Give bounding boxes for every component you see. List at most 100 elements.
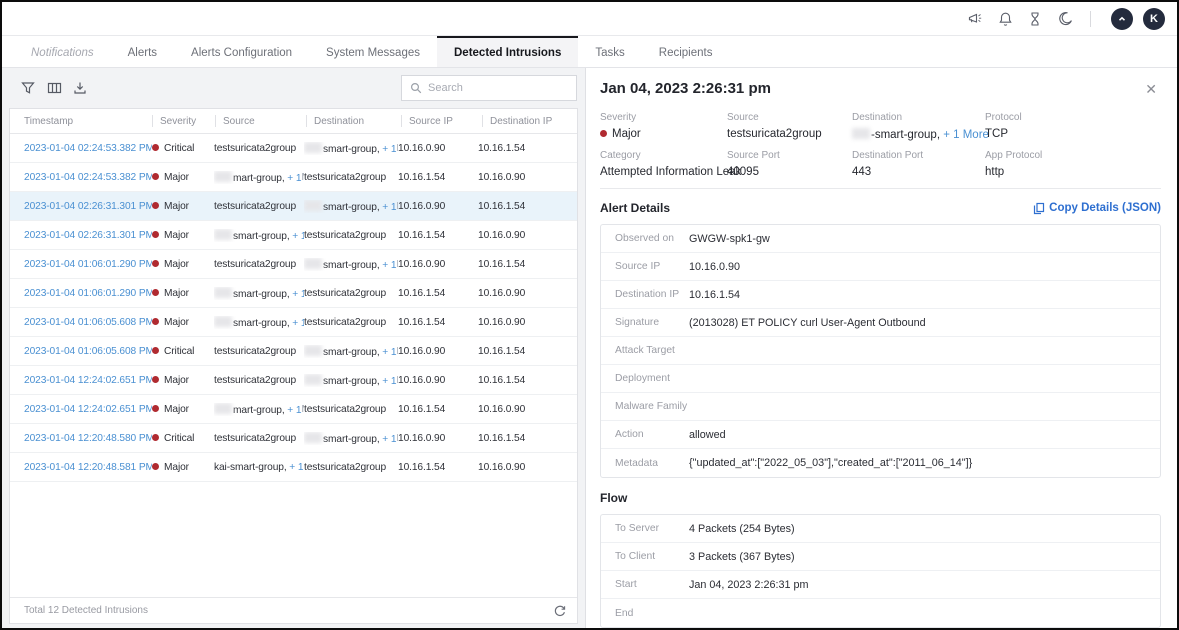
- announcement-icon[interactable]: [960, 7, 990, 31]
- source-ip-cell: 10.16.0.90: [398, 259, 478, 270]
- tab-notifications[interactable]: Notifications: [14, 36, 111, 67]
- search-box: [401, 75, 577, 101]
- summary-field-value: 443: [852, 166, 985, 178]
- more-groups-link[interactable]: + 1: [382, 434, 396, 445]
- table-row[interactable]: 2023-01-04 12:24:02.651 PMMajormart-grou…: [10, 395, 577, 424]
- tab-recipients[interactable]: Recipients: [642, 36, 730, 67]
- timestamp-link[interactable]: 2023-01-04 01:06:05.608 PM: [24, 317, 152, 328]
- timestamp-link[interactable]: 2023-01-04 12:20:48.580 PM: [24, 433, 152, 444]
- column-header-destination[interactable]: Destination: [307, 116, 401, 127]
- close-icon[interactable]: ✕: [1141, 80, 1161, 98]
- more-groups-link[interactable]: + 1: [382, 260, 396, 271]
- more-groups-link[interactable]: + 1: [287, 173, 301, 184]
- more-groups-link[interactable]: + 1: [292, 289, 304, 300]
- detail-row-label: Destination IP: [601, 289, 689, 300]
- destination-ip-cell: 10.16.1.54: [478, 201, 577, 212]
- timestamp-link[interactable]: 2023-01-04 02:24:53.382 PM: [24, 172, 152, 183]
- download-icon[interactable]: [67, 76, 93, 100]
- detail-row: Signature(2013028) ET POLICY curl User-A…: [601, 309, 1160, 337]
- summary-field-value: Attempted Information Leak: [600, 166, 727, 178]
- user-avatar[interactable]: K: [1143, 8, 1165, 30]
- more-groups-link[interactable]: + 1: [382, 376, 396, 387]
- detail-summary-grid: SeverityMajorSourcetestsuricata2groupDes…: [600, 112, 1161, 189]
- source-cell: testsuricata2group: [214, 346, 304, 357]
- redacted-text: [214, 287, 232, 298]
- group-name-text: mart-group,: [233, 173, 287, 184]
- timestamp-link[interactable]: 2023-01-04 02:26:31.301 PM: [24, 230, 152, 241]
- app-window: K NotificationsAlertsAlerts Configuratio…: [0, 0, 1179, 630]
- search-icon: [410, 82, 422, 94]
- more-groups-link[interactable]: + 1 More: [943, 129, 989, 141]
- destination-ip-cell: 10.16.1.54: [478, 433, 577, 444]
- tab-detected-intrusions[interactable]: Detected Intrusions: [437, 36, 578, 67]
- more-groups-link[interactable]: + 1: [292, 231, 304, 242]
- timestamp-link[interactable]: 2023-01-04 01:06:05.608 PM: [24, 346, 152, 357]
- column-header-timestamp[interactable]: Timestamp: [24, 116, 152, 127]
- total-count-label: Total 12 Detected Intrusions: [24, 605, 148, 616]
- timestamp-link[interactable]: 2023-01-04 02:26:31.301 PM: [24, 201, 152, 212]
- destination-ip-cell: 10.16.0.90: [478, 288, 577, 299]
- table-row[interactable]: 2023-01-04 02:26:31.301 PMMajorsmart-gro…: [10, 221, 577, 250]
- more-groups-link[interactable]: + 1: [287, 405, 301, 416]
- detail-row-value: 3 Packets (367 Bytes): [689, 551, 1160, 563]
- filter-icon[interactable]: [15, 76, 41, 100]
- refresh-icon[interactable]: [553, 604, 567, 618]
- group-name-text: smart-group,: [233, 289, 292, 300]
- dark-mode-moon-icon[interactable]: [1050, 7, 1080, 31]
- tab-alerts-configuration[interactable]: Alerts Configuration: [174, 36, 309, 67]
- table-row[interactable]: 2023-01-04 01:06:01.290 PMMajortestsuric…: [10, 250, 577, 279]
- summary-field-label: Source: [727, 112, 852, 123]
- table-header-row: TimestampSeveritySourceDestinationSource…: [10, 109, 577, 134]
- summary-field-label: Source Port: [727, 150, 852, 161]
- table-row[interactable]: 2023-01-04 02:24:53.382 PMMajormart-grou…: [10, 163, 577, 192]
- destination-ip-cell: 10.16.0.90: [478, 462, 577, 473]
- columns-icon[interactable]: [41, 76, 67, 100]
- more-groups-link[interactable]: + 1: [289, 462, 303, 473]
- timestamp-cell: 2023-01-04 01:06:05.608 PM: [24, 317, 152, 328]
- tab-alerts[interactable]: Alerts: [111, 36, 174, 67]
- summary-field-destination: Destination-smart-group, + 1 More: [852, 112, 985, 141]
- chevron-up-button[interactable]: [1111, 8, 1133, 30]
- detail-row: To Server4 Packets (254 Bytes): [601, 515, 1160, 543]
- summary-field-destination-port: Destination Port443: [852, 150, 985, 178]
- timestamp-link[interactable]: 2023-01-04 12:24:02.651 PM: [24, 375, 152, 386]
- summary-field-value: -smart-group, + 1 More: [852, 128, 985, 141]
- intrusion-detail-panel: Jan 04, 2023 2:26:31 pm ✕ SeverityMajorS…: [586, 68, 1177, 628]
- search-input[interactable]: [428, 82, 568, 94]
- destination-cell: testsuricata2group: [304, 404, 398, 415]
- more-groups-link[interactable]: + 1: [382, 144, 396, 155]
- table-row[interactable]: 2023-01-04 02:26:31.301 PMMajortestsuric…: [10, 192, 577, 221]
- timestamp-link[interactable]: 2023-01-04 12:24:02.651 PM: [24, 404, 152, 415]
- column-header-severity[interactable]: Severity: [153, 116, 215, 127]
- column-header-destination-ip[interactable]: Destination IP: [483, 116, 577, 127]
- table-row[interactable]: 2023-01-04 12:24:02.651 PMMajortestsuric…: [10, 366, 577, 395]
- group-name-text: testsuricata2group: [214, 346, 296, 357]
- table-row[interactable]: 2023-01-04 12:20:48.580 PMCriticaltestsu…: [10, 424, 577, 453]
- tab-tasks[interactable]: Tasks: [578, 36, 641, 67]
- timestamp-link[interactable]: 2023-01-04 02:24:53.382 PM: [24, 143, 152, 154]
- timestamp-link[interactable]: 2023-01-04 01:06:01.290 PM: [24, 288, 152, 299]
- column-header-source[interactable]: Source: [216, 116, 306, 127]
- table-row[interactable]: 2023-01-04 01:06:01.290 PMMajorsmart-gro…: [10, 279, 577, 308]
- timestamp-link[interactable]: 2023-01-04 12:20:48.581 PM: [24, 462, 152, 473]
- tab-bar: NotificationsAlertsAlerts ConfigurationS…: [2, 36, 1177, 68]
- table-row[interactable]: 2023-01-04 12:20:48.581 PMMajorkai-smart…: [10, 453, 577, 482]
- timestamp-link[interactable]: 2023-01-04 01:06:01.290 PM: [24, 259, 152, 270]
- source-cell: smart-group, + 1More: [214, 287, 304, 300]
- more-groups-link[interactable]: + 1: [382, 347, 396, 358]
- column-header-source-ip[interactable]: Source IP: [402, 116, 482, 127]
- more-groups-link[interactable]: + 1: [382, 202, 396, 213]
- redacted-text: [304, 142, 322, 153]
- redacted-text: [852, 128, 870, 139]
- table-row[interactable]: 2023-01-04 01:06:05.608 PMMajorsmart-gro…: [10, 308, 577, 337]
- source-cell: mart-group, + 1More: [214, 171, 304, 184]
- more-groups-link[interactable]: + 1: [292, 318, 304, 329]
- bell-icon[interactable]: [990, 7, 1020, 31]
- group-name-text: -smart-group,: [871, 129, 943, 141]
- table-row[interactable]: 2023-01-04 01:06:05.608 PMCriticaltestsu…: [10, 337, 577, 366]
- copy-details-json-button[interactable]: Copy Details (JSON): [1033, 202, 1161, 215]
- destination-cell: testsuricata2group: [304, 288, 398, 299]
- hourglass-icon[interactable]: [1020, 7, 1050, 31]
- tab-system-messages[interactable]: System Messages: [309, 36, 437, 67]
- table-row[interactable]: 2023-01-04 02:24:53.382 PMCriticaltestsu…: [10, 134, 577, 163]
